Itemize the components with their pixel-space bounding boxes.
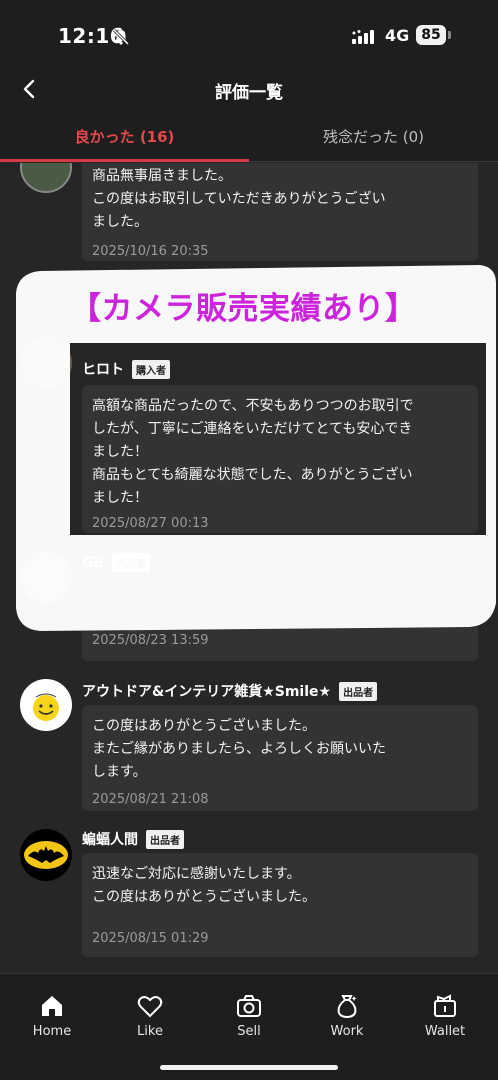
review-bubble: 2025/08/23 13:59	[82, 577, 478, 661]
review-text: 高額な商品だったので、不安もありつつのお取引で したが、丁寧にご連絡をいただけて…	[92, 398, 414, 506]
reviewer-name-row: アウトドア&インテリア雑貨★Smile★ 出品者	[82, 681, 378, 701]
tab-bad[interactable]: 残念だった (0)	[249, 112, 498, 162]
reviewer-name[interactable]: アウトドア&インテリア雑貨★Smile★	[82, 681, 331, 701]
reviewer-avatar[interactable]	[20, 829, 72, 881]
nav-label: Wallet	[424, 1024, 466, 1039]
role-badge: 出品者	[339, 681, 378, 701]
reviewer-name[interactable]: ヒロト	[82, 359, 124, 379]
app-header: 評価一覧	[0, 66, 498, 112]
promo-overlay-text: 【カメラ販売実績あり】	[70, 291, 417, 327]
wallet-icon	[434, 994, 456, 1017]
role-badge: 購入者	[132, 359, 170, 379]
review-date: 2025/10/16 20:35	[92, 244, 209, 259]
nav-label: Sell	[237, 1024, 261, 1039]
review-date: 2025/08/23 13:59	[92, 633, 209, 648]
battery-tip	[448, 31, 451, 39]
review-text: この度はありがとうございました。 またご縁がありましたら、よろしくお願いいた し…	[92, 718, 386, 780]
nav-label: Like	[137, 1024, 163, 1039]
reviewer-avatar[interactable]	[20, 551, 72, 603]
status-bar: 12:16 4G 85	[0, 0, 498, 66]
nav-work[interactable]: Work	[307, 992, 387, 1039]
review-bubble: この度はありがとうございました。 またご縁がありましたら、よろしくお願いいた し…	[82, 705, 478, 811]
review-date: 2025/08/21 21:08	[92, 792, 209, 807]
nav-like[interactable]: Like	[110, 992, 190, 1039]
review-list[interactable]: 商品無事届きました。 この度はお取引していただきありがとうござい ました。 20…	[0, 163, 498, 973]
reviewer-name-row: ヒロト 購入者	[82, 359, 170, 379]
reviewer-name-row: GB 出品者	[82, 553, 151, 572]
smile-logo-icon	[33, 693, 59, 721]
review-date: 2025/08/15 01:29	[92, 931, 209, 946]
bottom-navigation: Home Like Sell Work Wallet	[0, 973, 498, 1080]
review-tabs: 良かった (16) 残念だった (0)	[0, 112, 498, 162]
bat-logo-icon	[24, 841, 68, 869]
reviewer-avatar[interactable]	[20, 679, 72, 731]
heart-icon	[137, 996, 163, 1018]
reviewer-avatar[interactable]	[20, 163, 72, 193]
reviewer-name[interactable]: GB	[82, 555, 104, 571]
moneybag-icon	[337, 995, 357, 1019]
review-text: 商品無事届きました。 この度はお取引していただきありがとうござい ました。	[92, 168, 386, 230]
review-bubble: 商品無事届きました。 この度はお取引していただきありがとうござい ました。 20…	[82, 163, 478, 261]
battery-level: 85	[416, 25, 446, 45]
reviewer-name-row: 蝙蝠人間 出品者	[82, 829, 184, 849]
home-indicator[interactable]	[160, 1065, 338, 1070]
camera-icon	[237, 995, 261, 1017]
review-text: 迅速なご対応に感謝いたします。 この度はありがとうございました。	[92, 866, 316, 905]
page-title: 評価一覧	[215, 83, 283, 103]
role-badge: 出品者	[112, 553, 151, 572]
nav-wallet[interactable]: Wallet	[405, 992, 485, 1039]
role-badge: 出品者	[146, 829, 184, 849]
review-date: 2025/08/27 00:13	[92, 516, 209, 531]
nav-label: Work	[330, 1024, 364, 1039]
reviewer-avatar[interactable]	[20, 337, 72, 389]
nav-sell[interactable]: Sell	[209, 992, 289, 1039]
reviewer-name[interactable]: 蝙蝠人間	[82, 829, 138, 849]
review-bubble: 迅速なご対応に感謝いたします。 この度はありがとうございました。 2025/08…	[82, 853, 478, 957]
network-type: 4G	[385, 26, 410, 45]
nav-label: Home	[32, 1024, 72, 1039]
home-icon	[42, 996, 62, 1016]
active-tab-indicator	[0, 159, 249, 162]
nav-home[interactable]: Home	[12, 992, 92, 1039]
tab-good[interactable]: 良かった (16)	[0, 112, 249, 162]
signal-icon	[352, 30, 374, 44]
bell-muted-icon	[112, 28, 130, 46]
review-bubble: 高額な商品だったので、不安もありつつのお取引で したが、丁寧にご連絡をいただけて…	[82, 385, 478, 533]
